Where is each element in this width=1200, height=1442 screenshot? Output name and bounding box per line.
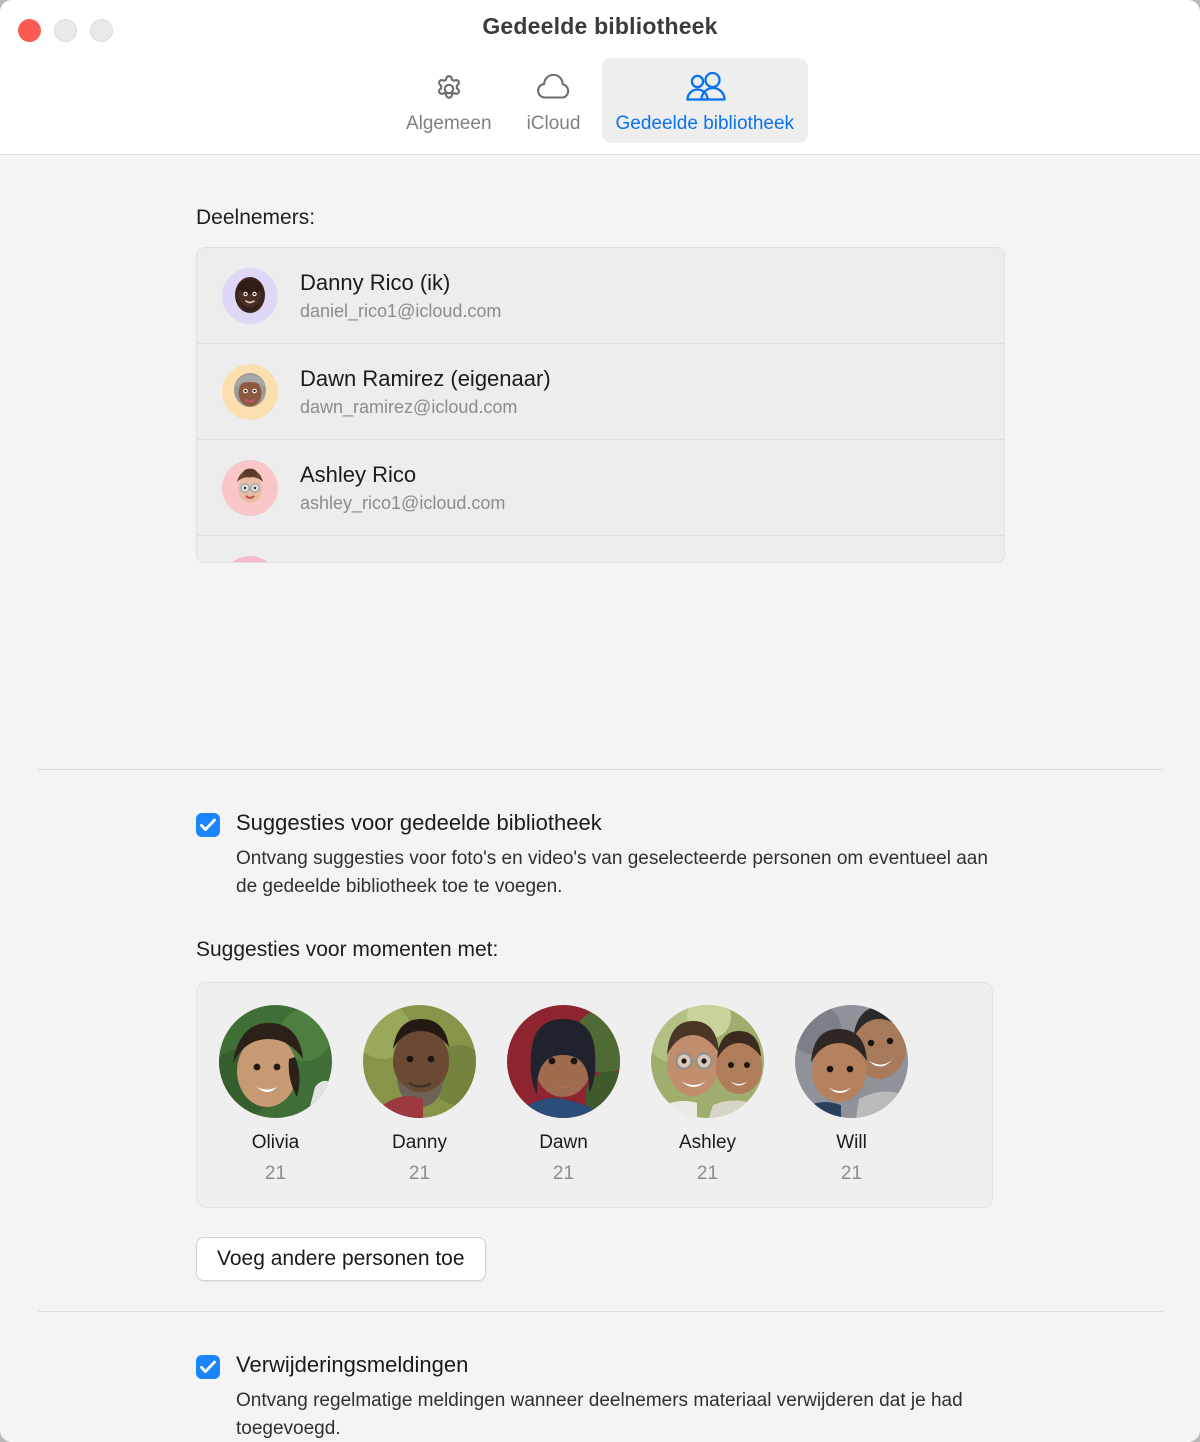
suggestions-checkbox[interactable] — [196, 813, 220, 837]
tab-icloud[interactable]: iCloud — [506, 58, 602, 143]
moments-label: Suggesties voor momenten met: — [196, 938, 499, 961]
person-item[interactable]: Dawn 21 — [507, 1005, 620, 1185]
person-count: 21 — [552, 1163, 575, 1184]
window-title: Gedeelde bibliotheek — [482, 13, 718, 39]
tab-gedeelde-bibliotheek[interactable]: Gedeelde bibliotheek — [601, 58, 809, 143]
window-titlebar: Gedeelde bibliotheek Algemeen iCloud Ged… — [0, 0, 1200, 155]
person-photo — [363, 1005, 476, 1118]
person-count: 21 — [840, 1163, 863, 1184]
participant-name: Danny Rico (ik) — [300, 270, 451, 295]
participant-name: Dawn Ramirez (eigenaar) — [300, 366, 551, 391]
participant-email: dawn_ramirez@icloud.com — [300, 396, 518, 417]
deletion-notifications-label: Verwijderingsmeldingen — [236, 1352, 469, 1377]
avatar — [222, 556, 278, 562]
person-name: Dawn — [539, 1132, 588, 1153]
preferences-toolbar: Algemeen iCloud Gedeelde bibliotheek — [0, 58, 1200, 143]
suggestions-text: Suggesties voor gedeelde bibliotheek Ont… — [236, 810, 1006, 900]
person-item[interactable]: Ashley 21 — [651, 1005, 764, 1185]
suggestions-description: Ontvang suggesties voor foto's en video'… — [236, 848, 988, 897]
participant-text: Danny Rico (ik) daniel_rico1@icloud.com — [300, 269, 501, 322]
tab-label-icloud: iCloud — [526, 113, 581, 134]
avatar — [222, 363, 278, 420]
deletion-notifications-checkbox[interactable] — [196, 1355, 220, 1379]
suggestions-checkbox-row[interactable]: Suggesties voor gedeelde bibliotheek Ont… — [196, 810, 1006, 900]
person-item[interactable]: Olivia 21 — [219, 1005, 332, 1185]
cloud-icon — [533, 68, 575, 110]
person-name: Danny — [392, 1132, 447, 1153]
person-name: Ashley — [678, 1132, 737, 1153]
avatar — [222, 267, 278, 324]
participant-row[interactable]: Ashley Rico ashley_rico1@icloud.com — [197, 440, 1004, 536]
participant-text: Dawn Ramirez (eigenaar) dawn_ramirez@icl… — [300, 365, 551, 418]
person-photo — [651, 1005, 764, 1118]
tab-algemeen[interactable]: Algemeen — [392, 58, 506, 143]
people-suggestions-panel: Olivia 21 Danny 21 Dawn 21 Ashley 21 Wil… — [196, 982, 993, 1208]
deletion-notifications-description: Ontvang regelmatige meldingen wanneer de… — [236, 1390, 963, 1439]
tab-label-algemeen: Algemeen — [405, 113, 492, 134]
divider-middle — [38, 1311, 1163, 1312]
person-item[interactable]: Danny 21 — [363, 1005, 476, 1185]
person-photo — [507, 1005, 620, 1118]
person-name: Will — [836, 1132, 867, 1153]
deletion-notifications-row[interactable]: Verwijderingsmeldingen Ontvang regelmati… — [196, 1352, 1006, 1442]
participants-list[interactable]: Danny Rico (ik) daniel_rico1@icloud.com — [196, 247, 1005, 563]
person-name: Olivia — [251, 1132, 300, 1153]
divider-top — [38, 769, 1163, 770]
avatar — [222, 459, 278, 516]
gear-icon — [430, 68, 468, 110]
participants-label: Deelnemers: — [196, 206, 316, 229]
add-other-people-button[interactable]: Voeg andere personen toe — [196, 1237, 486, 1281]
person-count: 21 — [408, 1163, 431, 1184]
person-photo — [219, 1005, 332, 1118]
participant-row[interactable]: Danny Rico (ik) daniel_rico1@icloud.com — [197, 248, 1004, 344]
person-photo — [795, 1005, 908, 1118]
tab-label-gedeelde-bibliotheek: Gedeelde bibliotheek — [615, 113, 795, 134]
participant-text: Ashley Rico ashley_rico1@icloud.com — [300, 461, 505, 514]
participant-email: ashley_rico1@icloud.com — [300, 492, 506, 513]
participant-email: daniel_rico1@icloud.com — [300, 300, 502, 321]
preferences-window: Gedeelde bibliotheek Algemeen iCloud Ged… — [0, 0, 1200, 1442]
person-item[interactable]: Will 21 — [795, 1005, 908, 1185]
participant-row-clipped[interactable] — [197, 536, 1004, 562]
person-count: 21 — [696, 1163, 719, 1184]
people-icon — [680, 68, 730, 110]
participant-row[interactable]: Dawn Ramirez (eigenaar) dawn_ramirez@icl… — [197, 344, 1004, 440]
suggestions-label: Suggesties voor gedeelde bibliotheek — [236, 810, 602, 835]
deletion-notifications-text: Verwijderingsmeldingen Ontvang regelmati… — [236, 1352, 1006, 1442]
participant-name: Ashley Rico — [300, 462, 417, 487]
person-count: 21 — [264, 1163, 287, 1184]
